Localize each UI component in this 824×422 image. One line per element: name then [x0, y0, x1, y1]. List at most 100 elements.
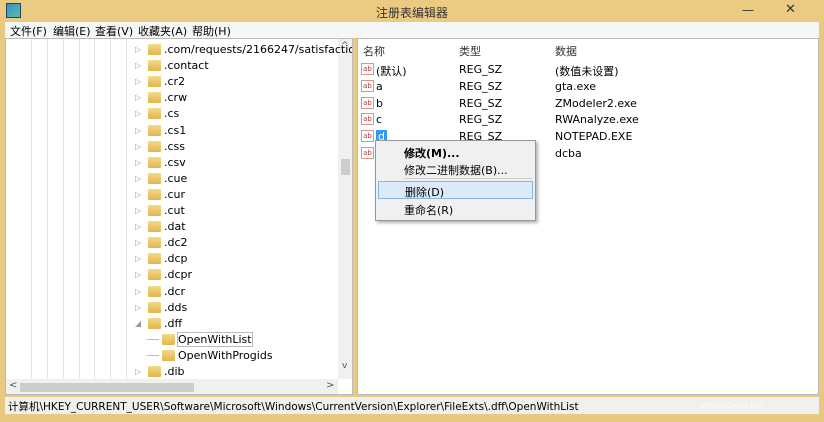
menu-help[interactable]: 帮助(H)	[192, 23, 231, 39]
watermark-sub: XITONGZHIJIA.NET	[700, 402, 765, 410]
tree-item-label: .dc2	[164, 236, 188, 250]
status-bar-path: 计算机\HKEY_CURRENT_USER\Software\Microsoft…	[5, 397, 819, 414]
menu-bar: 文件(F) 编辑(E) 查看(V) 收藏夹(A) 帮助(H)	[5, 22, 819, 38]
folder-icon	[148, 301, 161, 313]
tree-connector	[147, 354, 159, 356]
value-name: (默认)	[376, 65, 407, 78]
expand-arrow-icon[interactable]: ▷	[135, 142, 141, 151]
menu-edit[interactable]: 编辑(E)	[53, 23, 91, 39]
tree-item-label: .dcr	[164, 284, 186, 298]
expand-arrow-icon[interactable]: ▷	[135, 287, 141, 296]
expand-arrow-icon[interactable]: ▷	[135, 61, 141, 70]
value-row[interactable]: ab b REG_SZ ZModeler2.exe	[358, 95, 818, 112]
string-value-icon: ab	[361, 147, 374, 159]
expand-arrow-icon[interactable]: ▷	[135, 109, 141, 118]
folder-icon	[148, 269, 161, 281]
scroll-right-arrow[interactable]: >	[326, 380, 334, 391]
close-button[interactable]: ✕	[785, 2, 796, 17]
expand-arrow-icon[interactable]: ▷	[135, 303, 141, 312]
minimize-button[interactable]: —	[742, 3, 754, 17]
value-row[interactable]: ab c REG_SZ RWAnalyze.exe	[358, 111, 818, 128]
expand-arrow-icon[interactable]: ▷	[135, 254, 141, 263]
folder-icon	[148, 44, 161, 55]
tree-horizontal-scroll-thumb[interactable]	[20, 383, 194, 392]
value-row[interactable]: ab a REG_SZ gta.exe	[358, 78, 818, 95]
column-header-data[interactable]: 数据	[555, 43, 577, 59]
scroll-left-arrow[interactable]: <	[9, 380, 17, 391]
tree-item-label: .dff	[164, 316, 183, 330]
context-menu-delete[interactable]: 删除(D)	[378, 181, 533, 199]
folder-icon	[162, 349, 175, 361]
value-data: ZModeler2.exe	[555, 96, 637, 110]
tree-vertical-scrollbar[interactable]: ^ v	[338, 39, 352, 379]
tree-item-label: .cr2	[164, 75, 186, 89]
folder-icon	[148, 221, 161, 233]
expand-arrow-icon[interactable]: ▷	[135, 367, 141, 376]
value-name: b	[376, 96, 383, 110]
tree-item-label: OpenWithProgids	[178, 348, 273, 362]
menu-file[interactable]: 文件(F)	[10, 23, 47, 39]
folder-icon	[148, 172, 161, 184]
value-data: NOTEPAD.EXE	[555, 130, 633, 144]
string-value-icon: ab	[361, 63, 374, 75]
expand-arrow-icon[interactable]: ▷	[135, 126, 141, 135]
string-value-icon: ab	[361, 96, 374, 109]
tree-vertical-scroll-thumb[interactable]	[341, 159, 350, 175]
folder-icon	[148, 140, 161, 152]
context-menu-separator	[404, 178, 532, 179]
tree-item-label: .dat	[164, 220, 186, 234]
folder-icon	[148, 156, 161, 168]
value-name: a	[376, 79, 383, 93]
expand-arrow-icon[interactable]: ◢	[135, 319, 141, 328]
expand-arrow-icon[interactable]: ▷	[135, 174, 141, 183]
tree-item-label: .dcp	[164, 252, 188, 266]
value-type: REG_SZ	[459, 96, 503, 110]
folder-icon	[148, 205, 161, 216]
expand-arrow-icon[interactable]: ▷	[135, 77, 141, 86]
column-header-type[interactable]: 类型	[459, 43, 481, 59]
context-menu: 修改(M)... 修改二进制数据(B)... 删除(D) 重命名(R)	[375, 140, 536, 221]
folder-icon	[148, 253, 161, 265]
value-type: REG_SZ	[459, 113, 503, 127]
expand-arrow-icon[interactable]: ▷	[135, 45, 141, 54]
folder-icon	[148, 108, 161, 120]
value-type: REG_SZ	[459, 79, 503, 93]
folder-icon	[148, 366, 161, 377]
scroll-down-arrow[interactable]: v	[342, 361, 347, 371]
tree-item-label: .cs1	[164, 123, 187, 137]
tree-item-label: OpenWithList	[177, 331, 253, 347]
expand-arrow-icon[interactable]: ▷	[135, 222, 141, 231]
folder-icon	[148, 60, 161, 72]
context-menu-modify[interactable]: 修改(M)...	[378, 143, 533, 161]
expand-arrow-icon[interactable]: ▷	[135, 158, 141, 167]
menu-favorites[interactable]: 收藏夹(A)	[138, 23, 187, 39]
folder-icon	[148, 237, 161, 249]
value-row[interactable]: ab (默认) REG_SZ (数值未设置)	[358, 61, 818, 78]
value-type: REG_SZ	[459, 63, 503, 76]
menu-view[interactable]: 查看(V)	[95, 23, 133, 39]
tree-item-label: .dds	[164, 300, 188, 314]
string-value-icon: ab	[361, 79, 374, 92]
folder-icon	[148, 124, 161, 136]
tree-item-label: .cue	[164, 171, 188, 185]
context-menu-rename[interactable]: 重命名(R)	[378, 200, 533, 218]
tree-item-label: .dib	[164, 365, 185, 378]
value-data: RWAnalyze.exe	[555, 113, 639, 127]
tree-item-label: .cs	[164, 107, 180, 121]
value-data: gta.exe	[555, 79, 597, 93]
expand-arrow-icon[interactable]: ▷	[135, 270, 141, 279]
expand-arrow-icon[interactable]: ▷	[135, 190, 141, 199]
tree-item-label: .com/requests/2166247/satisfaction/r	[164, 43, 353, 56]
folder-icon	[148, 285, 161, 297]
context-menu-modify-binary[interactable]: 修改二进制数据(B)...	[378, 160, 533, 178]
expand-arrow-icon[interactable]: ▷	[135, 238, 141, 247]
registry-tree-pane[interactable]: ^ v < > ▷ .com/requests/2166247/satisfact…	[5, 38, 353, 395]
value-data: (数值未设置)	[555, 65, 619, 78]
tree-item-label: .contact	[164, 59, 209, 73]
tree-horizontal-scrollbar[interactable]: < >	[6, 379, 338, 394]
expand-arrow-icon[interactable]: ▷	[135, 206, 141, 215]
column-header-name[interactable]: 名称	[363, 43, 385, 59]
expand-arrow-icon[interactable]: ▷	[135, 93, 141, 102]
tree-item-label: .crw	[164, 91, 188, 105]
value-name: c	[376, 113, 383, 127]
